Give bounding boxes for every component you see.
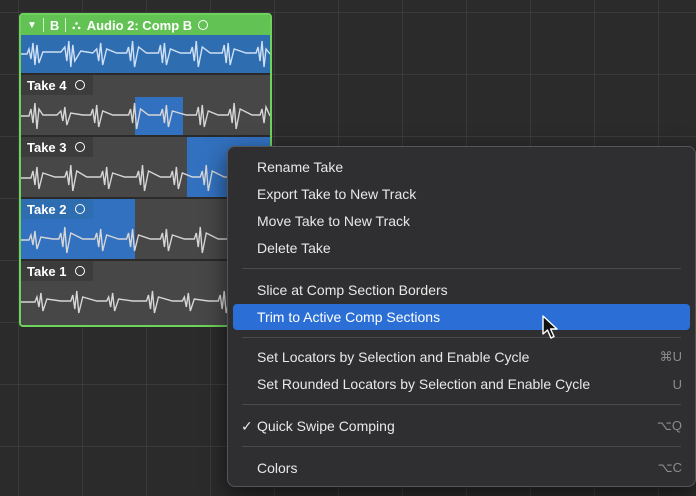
menu-item-label: Rename Take (257, 159, 344, 175)
menu-item-shortcut: ⌘U (659, 349, 682, 364)
take-header[interactable]: Take 2 (21, 199, 93, 219)
menu-divider (242, 404, 681, 405)
take-circle-icon[interactable] (74, 204, 85, 214)
mouse-pointer-icon (542, 315, 558, 339)
header-separator (42, 18, 44, 32)
take-label: Take 1 (27, 263, 67, 279)
menu-item-label: Set Locators by Selection and Enable Cyc… (257, 349, 530, 365)
checkmark-icon: ✓ (241, 417, 253, 434)
take-circle-icon[interactable] (74, 142, 85, 152)
menu-divider (242, 268, 681, 269)
menu-item-slice-at-borders[interactable]: Slice at Comp Section Borders (233, 277, 690, 303)
take-label: Take 4 (27, 77, 67, 93)
take-waveform (21, 97, 270, 135)
menu-item-label: Export Take to New Track (257, 186, 417, 202)
menu-item-shortcut: ⌥C (657, 460, 682, 475)
menu-item-label: Colors (257, 460, 298, 476)
disclosure-triangle-icon[interactable]: ▼ (27, 20, 37, 31)
menu-item-colors[interactable]: Colors ⌥C (233, 455, 690, 481)
take-circle-icon[interactable] (74, 266, 85, 276)
take-header[interactable]: Take 4 (21, 75, 93, 95)
menu-item-label: Set Rounded Locators by Selection and En… (257, 376, 591, 392)
take-label: Take 3 (27, 139, 67, 155)
menu-item-label: Move Take to New Track (257, 213, 411, 229)
menu-item-trim-to-active[interactable]: Trim to Active Comp Sections (233, 304, 690, 330)
menu-item-quick-swipe[interactable]: ✓ Quick Swipe Comping ⌥Q (233, 413, 690, 439)
waveform-icon (21, 102, 270, 130)
comp-waveform (21, 35, 270, 73)
menu-item-move-take[interactable]: Move Take to New Track (233, 208, 690, 234)
take-circle-icon[interactable] (74, 80, 85, 90)
menu-item-shortcut: ⌥Q (656, 418, 682, 433)
waveform-icon (21, 40, 270, 68)
menu-item-rename-take[interactable]: Rename Take (233, 154, 690, 180)
menu-item-label: Quick Swipe Comping (257, 418, 395, 434)
take-context-menu: Rename Take Export Take to New Track Mov… (227, 146, 696, 487)
quick-swipe-icon[interactable]: ⛬ (72, 18, 80, 33)
take-header[interactable]: Take 1 (21, 261, 93, 281)
menu-divider (242, 446, 681, 447)
menu-divider (242, 337, 681, 338)
take-lane-4[interactable]: Take 4 (21, 73, 270, 135)
menu-item-set-rounded-locators[interactable]: Set Rounded Locators by Selection and En… (233, 371, 690, 397)
take-folder-header[interactable]: ▼ B ⛬ Audio 2: Comp B (21, 15, 270, 35)
take-label: Take 2 (27, 201, 67, 217)
take-header[interactable]: Take 3 (21, 137, 93, 157)
comp-badge[interactable]: B (50, 18, 59, 33)
menu-item-delete-take[interactable]: Delete Take (233, 235, 690, 261)
menu-item-set-locators[interactable]: Set Locators by Selection and Enable Cyc… (233, 344, 690, 370)
menu-item-shortcut: U (672, 376, 682, 392)
take-folder-title: Audio 2: Comp B (86, 17, 193, 33)
take-circle-icon[interactable] (198, 20, 209, 30)
menu-item-label: Delete Take (257, 240, 331, 256)
menu-item-label: Slice at Comp Section Borders (257, 282, 448, 298)
header-separator (65, 18, 67, 32)
menu-item-label: Trim to Active Comp Sections (257, 309, 441, 325)
menu-item-export-take[interactable]: Export Take to New Track (233, 181, 690, 207)
